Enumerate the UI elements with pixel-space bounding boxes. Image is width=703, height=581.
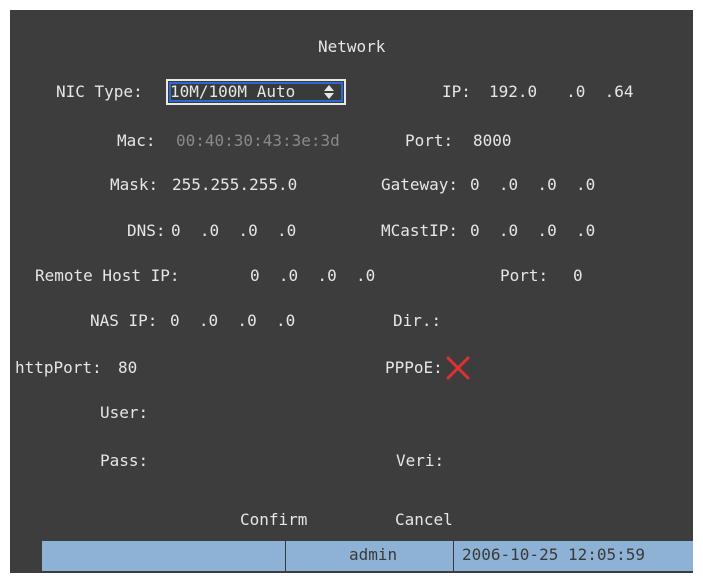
mac-label: Mac: <box>117 131 156 150</box>
remote-host-ip-field[interactable]: 0 .0 .0 .0 <box>250 266 375 286</box>
http-port-field[interactable]: 80 <box>118 358 137 378</box>
mcast-ip-label: MCastIP: <box>381 221 459 240</box>
veri-field[interactable] <box>440 451 620 471</box>
x-mark-icon[interactable] <box>445 355 471 381</box>
status-user-cell: admin <box>285 541 453 571</box>
network-settings-screen: Network NIC Type: 10M/100M Auto IP: 192.… <box>10 10 693 573</box>
mask-label: Mask: <box>110 175 159 194</box>
dir-field[interactable] <box>450 311 600 331</box>
dir-label: Dir.: <box>393 311 442 330</box>
port-field[interactable]: 8000 <box>473 131 512 151</box>
nas-ip-label: NAS IP: <box>90 311 158 330</box>
veri-label: Veri: <box>396 451 445 470</box>
gateway-field[interactable]: 0 .0 .0 .0 <box>470 175 595 195</box>
dns-field[interactable]: 0 .0 .0 .0 <box>171 221 296 241</box>
nas-ip-field[interactable]: 0 .0 .0 .0 <box>170 311 295 331</box>
mask-field[interactable]: 255.255.255.0 <box>172 175 297 195</box>
dns-label: DNS: <box>127 221 166 240</box>
status-bar: admin 2006-10-25 12:05:59 <box>42 541 693 571</box>
nic-type-value: 10M/100M Auto <box>170 82 296 101</box>
page-title: Network <box>318 37 386 56</box>
pass-field[interactable] <box>160 451 340 471</box>
http-port-label: httpPort: <box>15 358 102 377</box>
mac-value: 00:40:30:43:3e:3d <box>176 131 340 150</box>
mcast-ip-field[interactable]: 0 .0 .0 .0 <box>470 221 595 241</box>
port-label: Port: <box>405 131 454 150</box>
user-field[interactable] <box>160 403 340 423</box>
remote-port-label: Port: <box>500 266 549 285</box>
spinner-arrows-icon[interactable] <box>323 84 335 100</box>
ip-label: IP: <box>442 82 471 101</box>
gateway-label: Gateway: <box>381 175 459 194</box>
remote-host-ip-label: Remote Host IP: <box>35 266 180 285</box>
status-datetime-cell: 2006-10-25 12:05:59 <box>453 541 693 571</box>
pppoe-label: PPPoE: <box>385 358 443 377</box>
status-datetime: 2006-10-25 12:05:59 <box>462 545 646 564</box>
nic-type-select[interactable]: 10M/100M Auto <box>166 79 346 105</box>
user-label: User: <box>100 403 149 422</box>
status-user: admin <box>349 545 398 564</box>
remote-port-field[interactable]: 0 <box>573 266 583 286</box>
ip-field[interactable]: 192.0 .0 .64 <box>489 82 634 102</box>
nic-type-label: NIC Type: <box>56 82 143 101</box>
pass-label: Pass: <box>100 451 149 470</box>
confirm-button[interactable]: Confirm <box>240 510 307 530</box>
cancel-button[interactable]: Cancel <box>395 510 453 530</box>
